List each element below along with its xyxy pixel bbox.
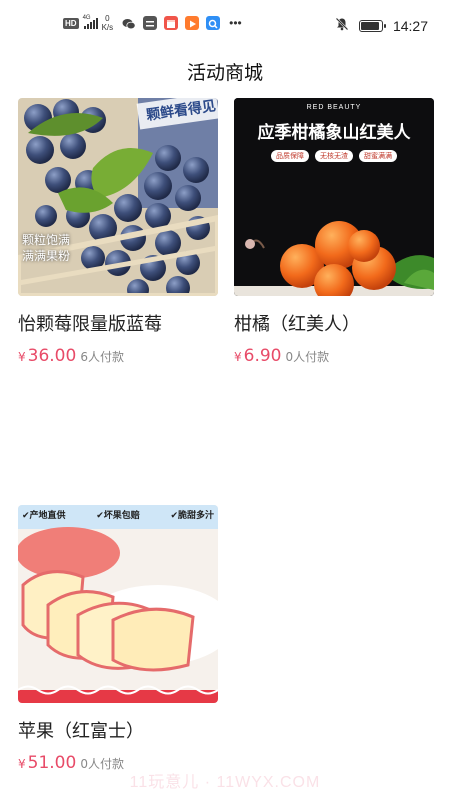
network-speed-value: 0	[105, 14, 110, 23]
product-price-row: ¥ 36.00 6人付款	[18, 346, 218, 366]
status-bar-left: HD 4G 0 K/s •••	[63, 14, 242, 32]
image-tag: ✔产地直供	[22, 511, 66, 521]
page-title: 活动商城	[186, 62, 263, 84]
battery-icon	[358, 19, 386, 32]
clock: 14:27	[392, 17, 428, 34]
product-price: 36.00	[27, 346, 77, 366]
network-type: 4G	[82, 15, 91, 21]
sold-count: 0人付款	[285, 350, 330, 364]
search-app-icon	[206, 16, 221, 30]
product-image-apple[interactable]: ✔产地直供 ✔坏果包赔 ✔脆甜多汁	[18, 505, 218, 703]
image-caption-line1: 颗粒饱满	[22, 233, 71, 247]
product-price-row: ¥ 6.90 0人付款	[234, 346, 434, 366]
image-tag: 品质保障	[271, 150, 309, 162]
status-bar-right: 14:27	[335, 16, 428, 35]
currency-symbol: ¥	[18, 350, 26, 364]
image-brand-text: RED BEAUTY	[306, 104, 362, 111]
network-speed: 0 K/s	[102, 14, 114, 32]
product-name[interactable]: 苹果（红富士）	[18, 717, 218, 742]
more-dots-icon: •••	[229, 16, 242, 30]
product-image-blueberry[interactable]: 颗鲜看得见 颗粒饱满 满满果粉	[18, 98, 218, 296]
product-name[interactable]: 怡颗莓限量版蓝莓	[18, 310, 218, 335]
image-tag: ✔脆甜多汁	[170, 511, 214, 521]
product-name[interactable]: 柑橘（红美人）	[234, 310, 434, 335]
wechat-icon	[122, 16, 136, 30]
product-image-citrus[interactable]: RED BEAUTY 应季柑橘象山红美人 品质保障 无核无渣 甜蜜满满	[234, 98, 434, 296]
video-icon	[185, 16, 200, 30]
store-icon	[164, 16, 179, 30]
product-card[interactable]: ✔产地直供 ✔坏果包赔 ✔脆甜多汁 苹果（红富士） ¥ 51.00 0人付款	[18, 505, 218, 773]
network-speed-unit: K/s	[101, 23, 114, 32]
status-bar: HD 4G 0 K/s ••• 14:27	[0, 0, 450, 52]
image-caption-line2: 满满果粉	[22, 249, 71, 263]
image-tag: ✔坏果包赔	[96, 511, 140, 521]
currency-symbol: ¥	[234, 350, 242, 364]
image-caption: 颗粒饱满 满满果粉	[22, 232, 70, 264]
watermark: 11玩意儿 · 11WYX.COM	[129, 774, 321, 791]
sold-count: 6人付款	[80, 350, 124, 364]
app-icon	[143, 16, 158, 30]
image-brand: RED BEAUTY	[234, 104, 434, 111]
image-tags: ✔产地直供 ✔坏果包赔 ✔脆甜多汁	[22, 508, 214, 521]
product-card[interactable]: 颗鲜看得见 颗粒饱满 满满果粉 怡颗莓限量版蓝莓 ¥ 36.00 6人付款	[18, 98, 218, 366]
image-tag: 甜蜜满满	[359, 150, 397, 162]
mute-bell-icon	[335, 16, 349, 35]
product-card[interactable]: RED BEAUTY 应季柑橘象山红美人 品质保障 无核无渣 甜蜜满满 柑橘（红…	[234, 98, 434, 366]
product-price: 6.90	[243, 346, 282, 366]
image-tags: 品质保障 无核无渣 甜蜜满满	[234, 150, 434, 162]
image-headline: 应季柑橘象山红美人	[257, 123, 411, 143]
hd-icon: HD	[63, 17, 79, 29]
image-tag: 无核无渣	[315, 150, 353, 162]
